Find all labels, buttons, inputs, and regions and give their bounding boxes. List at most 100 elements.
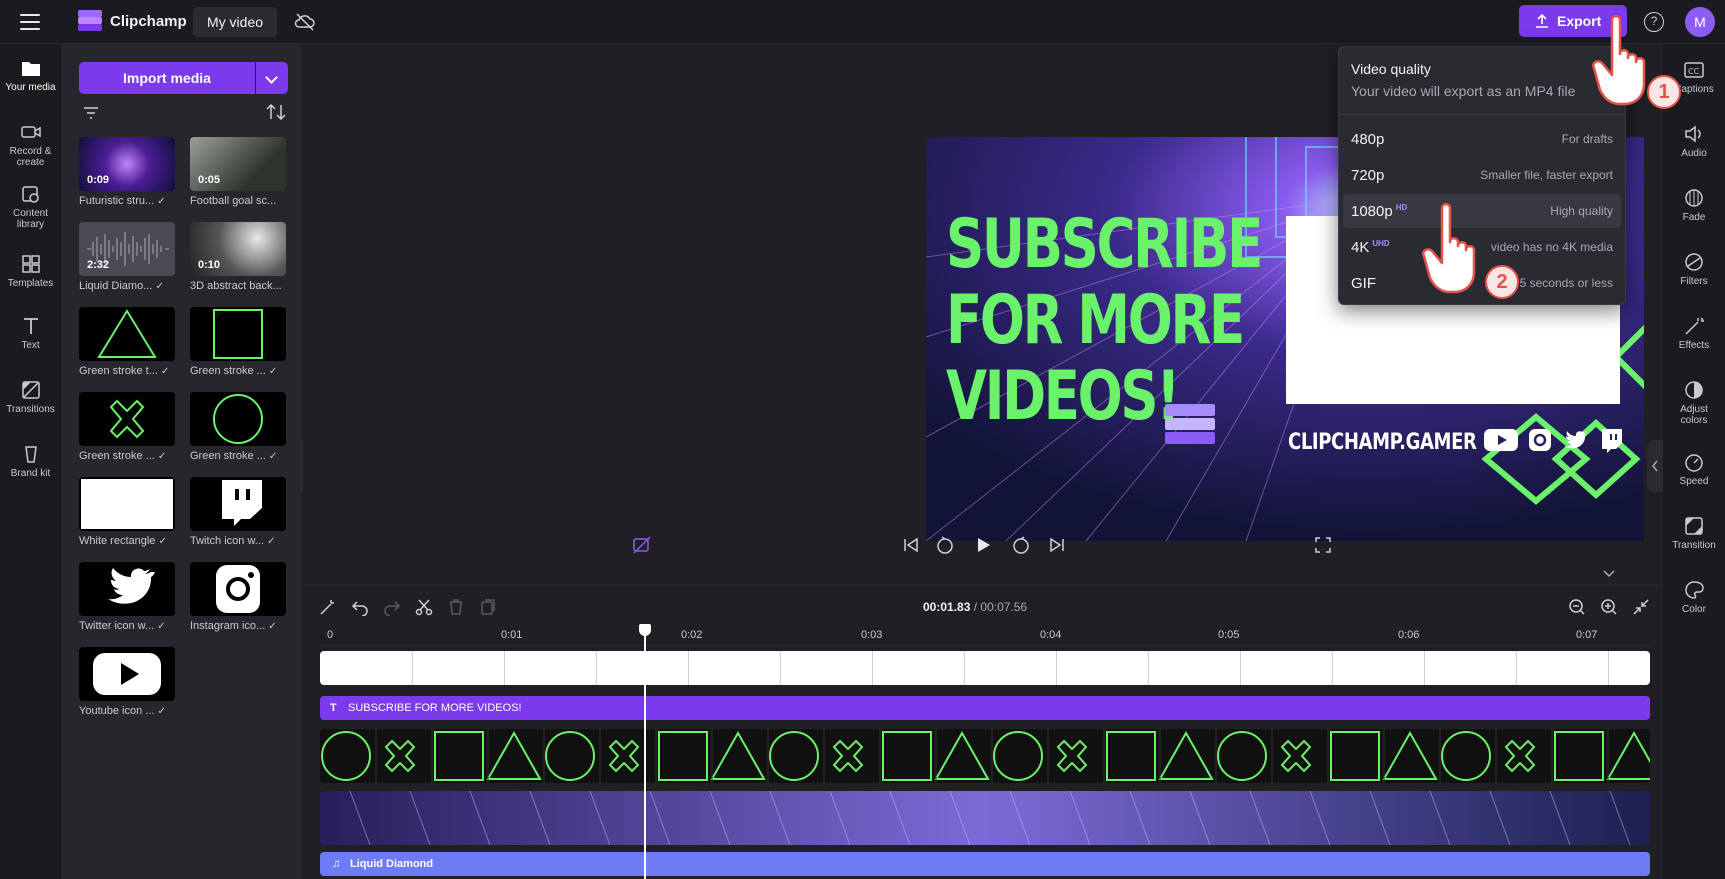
rail-item-speed[interactable]: Speed xyxy=(1663,452,1725,487)
video-title-text: SUBSCRIBE FOR MORE VIDEOS! xyxy=(946,207,1274,435)
skip-to-start-icon[interactable] xyxy=(901,535,921,555)
title-line: VIDEOS! xyxy=(946,357,1180,436)
media-label: Green stroke ... ✓ xyxy=(79,450,175,462)
filter-icon[interactable] xyxy=(83,107,99,119)
check-icon: ✓ xyxy=(157,621,166,632)
rail-item-record-create[interactable]: Record & create xyxy=(0,122,61,168)
audio-clip[interactable]: Liquid Diamond xyxy=(320,852,1650,876)
fullscreen-icon[interactable] xyxy=(1313,535,1333,555)
forward-5s-icon[interactable] xyxy=(1011,535,1031,555)
duplicate-icon[interactable] xyxy=(479,598,497,616)
speed-icon xyxy=(1685,454,1703,472)
undo-icon[interactable] xyxy=(351,598,369,616)
hamburger-menu-icon[interactable] xyxy=(18,11,42,33)
quality-option-720p[interactable]: 720p Smaller file, faster export xyxy=(1343,158,1621,192)
media-label-text: Instagram ico... xyxy=(190,620,266,632)
zoom-out-icon[interactable] xyxy=(1568,598,1586,616)
media-item[interactable]: Twitch icon w... ✓ xyxy=(190,477,286,547)
ruler-label: 0:05 xyxy=(1218,629,1240,641)
media-item[interactable]: Green stroke t... ✓ xyxy=(79,307,175,377)
text-icon xyxy=(23,318,38,334)
rail-item-effects[interactable]: Effects xyxy=(1663,316,1725,351)
shapes-track[interactable] xyxy=(320,729,1650,783)
quality-note: 5 seconds or less xyxy=(1519,276,1613,290)
timeline: 00:01.83 / 00:07.56 0 0:01 0:02 0:03 0:0… xyxy=(303,585,1663,879)
trash-icon[interactable] xyxy=(447,598,465,616)
media-item[interactable]: 0:05 Football goal sc... xyxy=(190,137,286,207)
quality-option-480p[interactable]: 480p For drafts xyxy=(1343,122,1621,156)
rewind-5s-icon[interactable] xyxy=(935,535,955,555)
quality-note: High quality xyxy=(1550,204,1613,218)
ruler-label: 0:06 xyxy=(1398,629,1420,641)
rail-item-transition[interactable]: Transition xyxy=(1663,516,1725,551)
text-clip[interactable]: SUBSCRIBE FOR MORE VIDEOS! xyxy=(320,696,1650,720)
magic-edit-icon[interactable] xyxy=(319,598,337,616)
import-options-chevron-icon[interactable] xyxy=(256,62,288,94)
media-item[interactable]: Green stroke ... ✓ xyxy=(190,392,286,462)
app-logo: Clipchamp xyxy=(78,10,187,32)
media-label: Futuristic stru... ✓ xyxy=(79,195,175,207)
quality-resolution: 1080p HD xyxy=(1351,203,1407,220)
rail-item-color[interactable]: Color xyxy=(1663,580,1725,615)
media-duration: 0:05 xyxy=(198,174,221,186)
chevron-down-icon[interactable] xyxy=(1601,568,1617,580)
media-item[interactable]: Green stroke ... ✓ xyxy=(190,307,286,377)
magic-wand-off-icon[interactable] xyxy=(632,535,652,555)
scissors-icon[interactable] xyxy=(415,598,433,616)
rail-item-fade[interactable]: Fade xyxy=(1663,188,1725,223)
media-thumbnail xyxy=(190,392,286,446)
rail-item-templates[interactable]: Templates xyxy=(0,254,61,289)
video-clip-track[interactable] xyxy=(320,791,1650,845)
media-item[interactable]: Green stroke ... ✓ xyxy=(79,392,175,462)
avatar[interactable]: M xyxy=(1685,7,1715,37)
media-item[interactable]: 0:10 3D abstract back... xyxy=(190,222,286,292)
cloud-off-icon[interactable] xyxy=(294,12,316,32)
sort-icon[interactable] xyxy=(266,104,286,120)
ruler-label: 0:03 xyxy=(861,629,883,641)
rail-label: Templates xyxy=(7,278,54,289)
media-item[interactable]: Youtube icon ... ✓ xyxy=(79,647,175,717)
rail-item-brand-kit[interactable]: Brand kit xyxy=(0,444,61,479)
twitch-icon xyxy=(222,480,262,526)
twitter-bird-icon xyxy=(1564,431,1586,449)
rail-label: Record & create xyxy=(9,146,52,168)
fit-to-screen-icon[interactable] xyxy=(1632,598,1650,616)
quality-menu-header: Video quality Your video will export as … xyxy=(1339,47,1625,115)
play-icon[interactable] xyxy=(973,535,993,555)
rail-item-adjust-colors[interactable]: Adjust colors xyxy=(1663,380,1725,426)
rail-item-audio[interactable]: Audio xyxy=(1663,124,1725,159)
media-item[interactable]: 0:09 Futuristic stru... ✓ xyxy=(79,137,175,207)
media-thumbnail: 2:32 xyxy=(79,222,175,276)
media-duration: 0:09 xyxy=(87,174,110,186)
timeline-ruler[interactable]: 0 0:01 0:02 0:03 0:04 0:05 0:06 0:07 xyxy=(320,626,1653,646)
quality-resolution-text: 4K xyxy=(1351,238,1370,256)
media-label: Green stroke ... ✓ xyxy=(190,450,286,462)
rail-label: Audio xyxy=(1681,148,1707,159)
media-item[interactable]: 2:32 Liquid Diamo... ✓ xyxy=(79,222,175,292)
rail-item-text[interactable]: Text xyxy=(0,316,61,351)
playhead[interactable] xyxy=(639,624,651,879)
skip-to-end-icon[interactable] xyxy=(1047,535,1067,555)
import-media-button[interactable]: Import media xyxy=(79,62,255,94)
collapse-properties-panel-handle[interactable] xyxy=(1647,440,1663,492)
media-label: Green stroke ... ✓ xyxy=(190,365,286,377)
rail-item-your-media[interactable]: Your media xyxy=(0,58,61,93)
rail-label: Fade xyxy=(1682,212,1706,223)
rail-item-transitions[interactable]: Transitions xyxy=(0,380,61,415)
zoom-in-icon[interactable] xyxy=(1600,598,1618,616)
media-label-text: Youtube icon ... xyxy=(79,705,155,717)
media-item[interactable]: Twitter icon w... ✓ xyxy=(79,562,175,632)
redo-icon[interactable] xyxy=(383,598,401,616)
right-rail: CC Captions Audio Fade Filters Effects A… xyxy=(1663,44,1725,879)
rail-item-filters[interactable]: Filters xyxy=(1663,252,1725,287)
project-name-field[interactable]: My video xyxy=(193,7,278,37)
shape-clip-thumbnails xyxy=(321,729,1650,783)
check-icon: ✓ xyxy=(155,281,164,292)
media-item[interactable]: Instagram ico... ✓ xyxy=(190,562,286,632)
media-item[interactable]: White rectangle ✓ xyxy=(79,477,175,547)
channel-handle-text: CLIPCHAMP.GAMER xyxy=(1288,430,1477,455)
transition-icon xyxy=(1685,517,1703,535)
white-rectangle-track[interactable] xyxy=(320,651,1650,685)
rail-item-content-library[interactable]: Content library xyxy=(0,184,61,230)
quality-resolution: GIF xyxy=(1351,275,1376,292)
